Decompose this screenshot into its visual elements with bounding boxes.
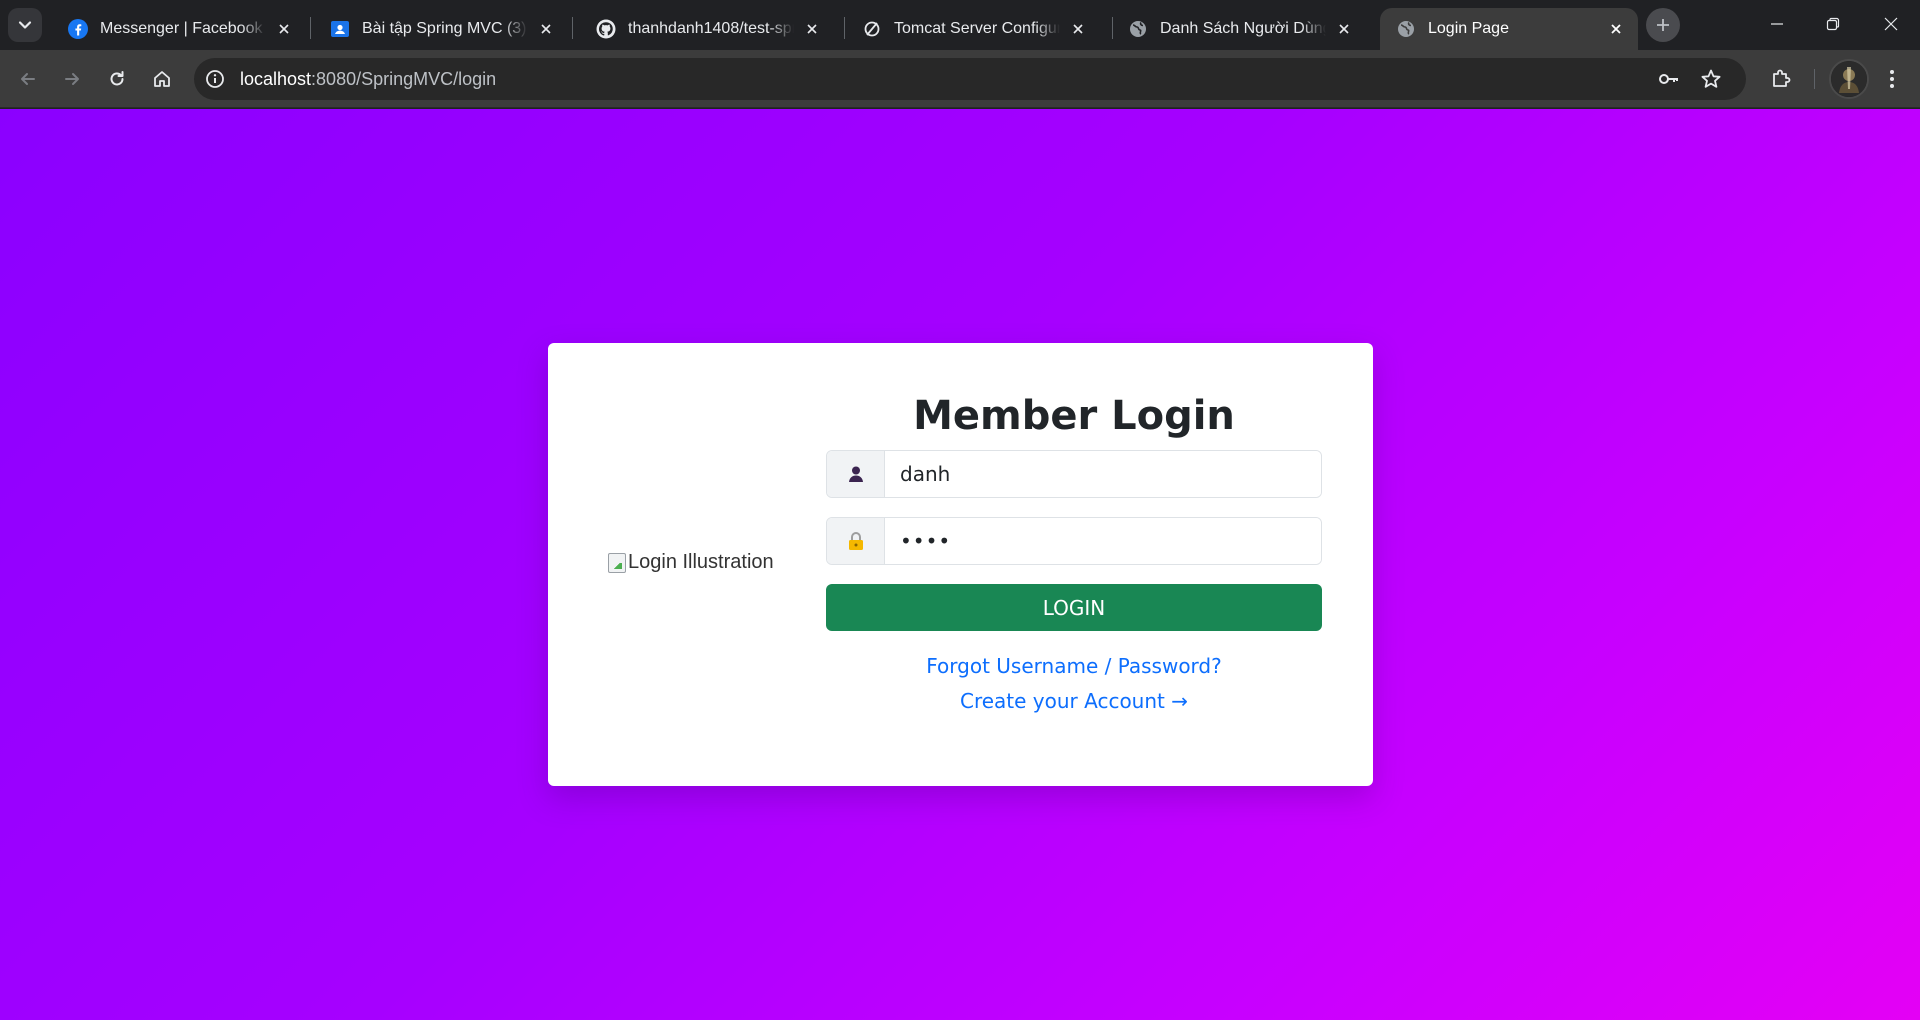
plus-icon (1657, 19, 1669, 31)
create-account-link[interactable]: Create your Account → (826, 689, 1322, 713)
login-illustration: Login Illustration (608, 551, 774, 574)
forward-button[interactable] (54, 61, 90, 97)
minimize-icon (1771, 23, 1783, 25)
restore-button[interactable] (1810, 6, 1856, 42)
password-input[interactable] (885, 518, 1321, 564)
close-icon[interactable] (274, 19, 294, 39)
reload-icon (110, 71, 124, 86)
username-field (826, 450, 1322, 498)
tab-danh-sach[interactable]: Danh Sách Người Dùng (1112, 8, 1366, 50)
password-key-icon[interactable] (1652, 62, 1686, 96)
password-field (826, 517, 1322, 565)
globe-icon (1128, 19, 1148, 39)
username-input[interactable] (885, 451, 1321, 497)
restore-icon (1826, 17, 1840, 31)
globe-icon (1396, 19, 1416, 39)
tomcat-icon (862, 19, 882, 39)
close-icon[interactable] (1334, 19, 1354, 39)
back-arrow-icon (21, 73, 35, 85)
classroom-icon (330, 19, 350, 39)
address-bar[interactable]: localhost:8080/SpringMVC/login (194, 58, 1746, 100)
forward-arrow-icon (65, 73, 79, 85)
more-vertical-icon (1890, 70, 1894, 88)
lock-icon (827, 518, 885, 564)
user-icon (827, 451, 885, 497)
page-viewport: Login Illustration Member Login LOGIN Fo… (0, 109, 1920, 1020)
close-icon[interactable] (802, 19, 822, 39)
close-window-button[interactable] (1868, 6, 1914, 42)
site-info-icon[interactable] (202, 66, 228, 92)
tab-spring-mvc[interactable]: Bài tập Spring MVC (3) (314, 8, 568, 50)
facebook-icon (68, 19, 88, 39)
new-tab-button[interactable] (1646, 8, 1680, 42)
tab-title: Tomcat Server Configuration (894, 20, 1060, 37)
page-title: Member Login (913, 393, 1235, 439)
minimize-button[interactable] (1754, 6, 1800, 42)
login-button[interactable]: LOGIN (826, 584, 1322, 631)
tab-github[interactable]: thanhdanh1408/test-spring (580, 8, 834, 50)
chevron-down-icon (18, 21, 32, 29)
tab-tomcat[interactable]: Tomcat Server Configuration (846, 8, 1100, 50)
url-text: localhost:8080/SpringMVC/login (240, 68, 497, 89)
tab-messenger[interactable]: Messenger | Facebook (52, 8, 306, 50)
github-icon (596, 19, 616, 39)
tab-search-button[interactable] (8, 8, 42, 42)
close-icon[interactable] (1606, 19, 1626, 39)
home-icon (154, 71, 170, 87)
home-button[interactable] (144, 61, 180, 97)
browser-toolbar: localhost:8080/SpringMVC/login (0, 50, 1920, 108)
tab-login-page[interactable]: Login Page (1380, 8, 1638, 50)
extensions-button[interactable] (1763, 61, 1799, 97)
tab-title: Messenger | Facebook (100, 20, 263, 37)
menu-button[interactable] (1874, 61, 1910, 97)
tab-title: thanhdanh1408/test-spring (628, 20, 794, 37)
close-icon[interactable] (1068, 19, 1088, 39)
close-icon[interactable] (536, 19, 556, 39)
tab-strip: Messenger | Facebook Bài tập Spring MVC … (0, 0, 1920, 50)
close-icon (1884, 17, 1898, 31)
tab-title: Login Page (1428, 20, 1509, 37)
illustration-alt-text: Login Illustration (628, 551, 774, 573)
puzzle-icon (1773, 69, 1791, 87)
bookmark-star-icon[interactable] (1694, 62, 1728, 96)
reload-button[interactable] (99, 61, 135, 97)
tab-title: Danh Sách Người Dùng (1160, 20, 1326, 37)
back-button[interactable] (10, 61, 46, 97)
profile-avatar[interactable] (1829, 59, 1869, 99)
forgot-password-link[interactable]: Forgot Username / Password? (826, 654, 1322, 678)
login-card: Login Illustration Member Login LOGIN Fo… (548, 343, 1373, 786)
broken-image-icon (608, 552, 626, 573)
tab-title: Bài tập Spring MVC (3) (362, 20, 527, 37)
